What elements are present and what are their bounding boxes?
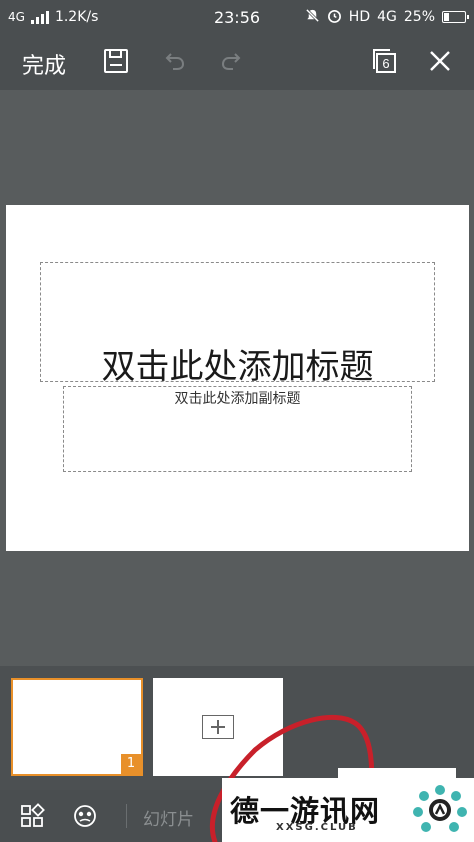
done-button[interactable]: 完成 [22,48,66,80]
slide-thumbnail[interactable]: 1 [11,678,143,776]
slide-count: 6 [382,56,389,71]
subtitle-placeholder-box[interactable]: 双击此处添加副标题 [63,386,412,472]
undo-icon[interactable] [160,46,190,76]
status-bar: 4G 1.2K/s 23:56 HD 4G 25% [0,0,474,34]
add-slide-icon [202,715,234,739]
toolbar: 完成 6 [0,34,474,90]
battery-icon [442,11,469,23]
battery-percent: 25% [403,9,435,25]
watermark: 德一游讯网 XXSG.CLUB [222,778,474,842]
status-left: 4G 1.2K/s [8,9,178,25]
network-type: 4G [8,10,25,24]
slides-count-icon[interactable]: 6 [369,46,399,76]
watermark-logo-icon [413,785,467,832]
watermark-url: XXSG.CLUB [276,822,358,833]
network-speed: 1.2K/s [54,9,99,25]
save-icon[interactable] [101,46,131,76]
subtitle-placeholder[interactable]: 双击此处添加副标题 [64,388,411,408]
title-placeholder[interactable]: 双击此处添加标题 [41,339,434,388]
title-placeholder-box[interactable]: 双击此处添加标题 [40,262,435,387]
alarm-icon [327,8,342,27]
mute-icon [305,8,320,27]
divider [126,804,127,828]
slide-number-badge: 1 [121,754,141,774]
grid-icon[interactable] [18,802,46,830]
close-icon[interactable] [425,46,455,76]
status-right: HD 4G 25% [305,0,469,34]
face-icon[interactable] [71,802,99,830]
add-slide-button[interactable] [153,678,283,776]
redo-icon[interactable] [216,46,246,76]
slide-canvas[interactable]: 双击此处添加标题 双击此处添加副标题 [6,205,469,551]
network-type-right: 4G [377,9,397,25]
slides-tab[interactable]: 幻灯片 [143,805,194,830]
hd-indicator: HD [348,9,371,25]
signal-icon [30,10,49,24]
